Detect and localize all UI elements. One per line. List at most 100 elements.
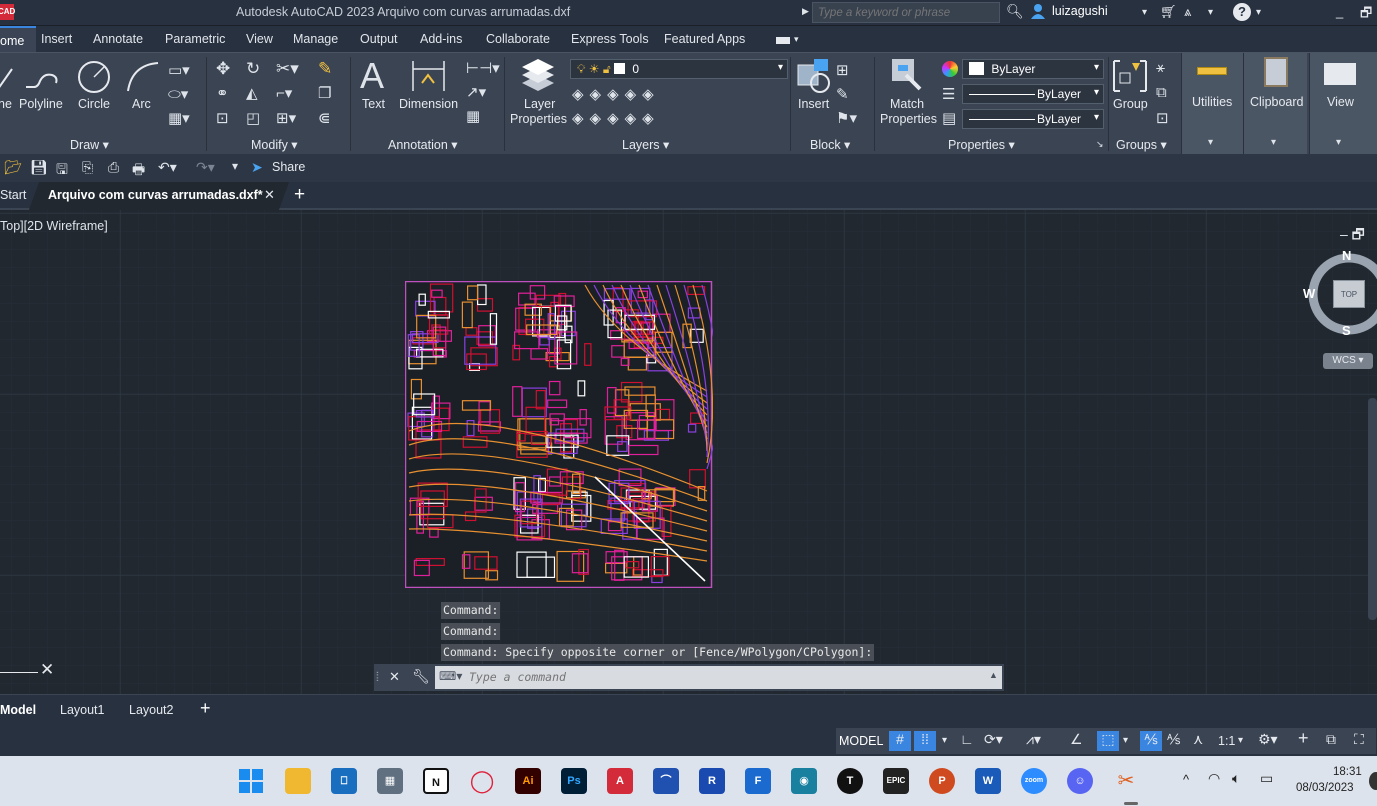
photoshop-icon[interactable]: Ps: [561, 768, 587, 794]
discord-icon[interactable]: ☺: [1067, 768, 1093, 794]
linetype-icon[interactable]: ☰: [942, 85, 955, 103]
circle-icon[interactable]: [76, 59, 112, 98]
mirror-icon[interactable]: ◭: [246, 84, 258, 102]
scale-icon[interactable]: ◰: [246, 109, 260, 127]
grid-toggle-icon[interactable]: #: [889, 731, 911, 751]
cart-icon[interactable]: 🛒︎: [1160, 4, 1177, 20]
polyline-icon[interactable]: [24, 61, 60, 98]
explode-icon[interactable]: ❐: [318, 84, 331, 102]
fillet-icon[interactable]: ⌐▾: [276, 84, 292, 102]
erase-icon[interactable]: ✎: [318, 59, 332, 79]
share-button[interactable]: Share: [272, 160, 305, 174]
scale-chevron-icon[interactable]: ▾: [1238, 735, 1243, 746]
new-tab-icon[interactable]: +: [294, 184, 305, 206]
windows-start-icon[interactable]: [239, 769, 263, 793]
command-prompt-icon[interactable]: ⌨▾: [439, 669, 462, 683]
restore-icon[interactable]: 🗗︎: [1360, 4, 1372, 26]
layers-panel-label[interactable]: Layers ▾: [622, 137, 669, 152]
autocad-logo-icon[interactable]: CAD: [0, 4, 15, 20]
notion-icon[interactable]: N: [423, 768, 449, 794]
match-properties-icon[interactable]: [890, 57, 924, 96]
ribbon-minimize-chevron-icon[interactable]: ▾: [794, 34, 799, 45]
clipboard-panel[interactable]: Clipboard ▾: [1243, 53, 1307, 155]
line-button-label[interactable]: ne: [0, 97, 12, 111]
drawing-viewport[interactable]: Top][2D Wireframe] – 🗗︎ N S W TOP WCS ▾ …: [0, 210, 1377, 694]
tab-annotate[interactable]: Annotate: [93, 32, 143, 46]
dimension-button[interactable]: Dimension: [399, 97, 458, 111]
tab-manage[interactable]: Manage: [293, 32, 338, 46]
stretch-icon[interactable]: ⊡: [216, 109, 229, 127]
rotate-icon[interactable]: ↻: [246, 59, 260, 79]
layer-properties-icon[interactable]: [518, 57, 558, 98]
text-button[interactable]: Text: [362, 97, 385, 111]
command-input[interactable]: [469, 668, 979, 686]
model-space-button[interactable]: MODEL: [839, 734, 883, 748]
gradient-icon[interactable]: ▦▾: [168, 109, 190, 127]
snipping-tool-icon[interactable]: ✂: [1113, 768, 1139, 794]
open-from-web-icon[interactable]: ⎘: [82, 159, 93, 176]
text-icon[interactable]: A: [360, 55, 384, 97]
user-avatar-icon[interactable]: [1030, 3, 1046, 19]
user-name[interactable]: luizagushi: [1052, 4, 1108, 18]
command-close-icon[interactable]: ✕: [389, 669, 400, 685]
groups-panel-label[interactable]: Groups ▾: [1116, 137, 1167, 152]
workspace-gear-icon[interactable]: ⚙▾: [1258, 731, 1278, 748]
isolate-objects-icon[interactable]: ⧉: [1326, 731, 1336, 748]
create-block-icon[interactable]: ⊞: [836, 61, 849, 79]
arc-icon[interactable]: [124, 59, 164, 98]
hatch-icon[interactable]: ⬭▾: [168, 85, 188, 103]
move-icon[interactable]: ✥: [216, 59, 230, 79]
illustrator-icon[interactable]: Ai: [515, 768, 541, 794]
autocad-taskbar-icon[interactable]: A: [607, 768, 633, 794]
clock-date[interactable]: 08/03/2023: [1296, 782, 1354, 794]
view-panel[interactable]: View ▾: [1309, 53, 1377, 155]
group-select-icon[interactable]: ⊡: [1156, 109, 1169, 127]
command-history-toggle-icon[interactable]: ▲: [989, 670, 998, 680]
layout2-tab[interactable]: Layout2: [129, 703, 173, 717]
tab-express-tools[interactable]: Express Tools: [571, 32, 649, 46]
show-hidden-icons-icon[interactable]: ^: [1183, 772, 1189, 787]
share-icon[interactable]: ➤: [251, 159, 263, 176]
copy-icon[interactable]: ⚭: [216, 84, 229, 102]
layer-tools-row2-icon[interactable]: ◈◈◈◈◈: [572, 109, 660, 127]
annotation-scale-icon[interactable]: ⋏: [1193, 731, 1203, 748]
battery-icon[interactable]: ▭: [1260, 770, 1273, 787]
calculator-icon[interactable]: ▦: [377, 768, 403, 794]
properties-panel-label[interactable]: Properties ▾: [948, 137, 1015, 152]
color-dropdown[interactable]: ByLayer ▾: [962, 59, 1104, 79]
snap-toggle-icon[interactable]: ⁞⁞: [914, 731, 936, 751]
polyline-button[interactable]: Polyline: [19, 97, 63, 111]
drawing-area[interactable]: [405, 281, 713, 588]
save-as-icon[interactable]: 🖫︎: [56, 159, 68, 183]
viewcube-top-face[interactable]: TOP: [1333, 280, 1365, 308]
help-icon[interactable]: ?: [1233, 3, 1251, 21]
save-icon[interactable]: 💾︎: [30, 159, 48, 176]
sketch-app-icon[interactable]: ⌒: [653, 768, 679, 794]
search-icon[interactable]: 🔍︎: [1006, 3, 1024, 20]
open-icon[interactable]: 📂︎: [4, 159, 22, 176]
layer-tools-row1-icon[interactable]: ◈◈◈◈◈: [572, 85, 660, 103]
color-wheel-icon[interactable]: [942, 61, 958, 77]
search-expand-icon[interactable]: ▶: [802, 6, 809, 17]
block-attributes-icon[interactable]: ⚑▾: [836, 109, 857, 127]
match-properties-button-line1[interactable]: Match: [890, 97, 924, 111]
model-tab[interactable]: Model: [0, 703, 36, 717]
offset-icon[interactable]: ⋐: [318, 109, 331, 127]
viewport-controls-label[interactable]: Top][2D Wireframe]: [0, 219, 108, 233]
command-customize-icon[interactable]: 🔧︎: [412, 668, 430, 685]
store-icon[interactable]: ⎕: [331, 768, 357, 794]
annotation-panel-label[interactable]: Annotation ▾: [388, 137, 458, 152]
leader-icon[interactable]: ↗▾: [466, 83, 486, 101]
wifi-icon[interactable]: ◠: [1208, 770, 1220, 787]
viewcube-north[interactable]: N: [1342, 248, 1351, 263]
formit-icon[interactable]: F: [745, 768, 771, 794]
new-layout-icon[interactable]: +: [200, 698, 211, 719]
linetype-dropdown[interactable]: ByLayer ▾: [962, 84, 1104, 104]
insert-button[interactable]: Insert: [798, 97, 829, 111]
group-edit-icon[interactable]: ⧉: [1156, 84, 1167, 101]
search-input[interactable]: [812, 2, 1000, 23]
layer-properties-button-line1[interactable]: Layer: [524, 97, 555, 111]
line-icon[interactable]: [0, 63, 16, 96]
properties-launcher-icon[interactable]: ↘: [1096, 139, 1104, 150]
osnap-chevron-icon[interactable]: ▾: [1123, 735, 1128, 746]
